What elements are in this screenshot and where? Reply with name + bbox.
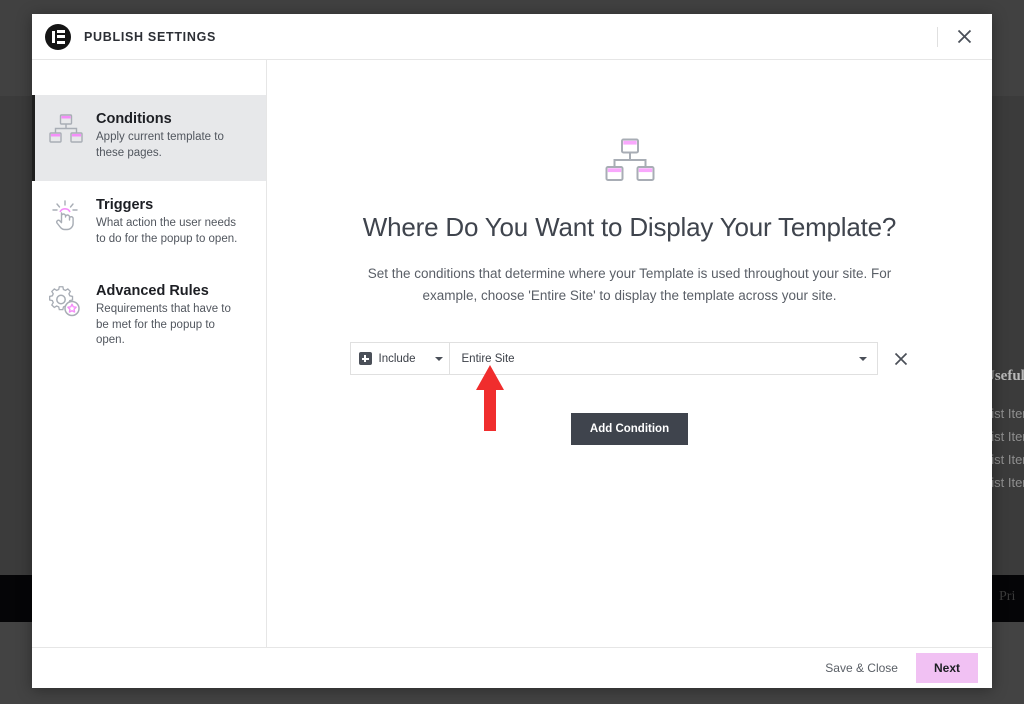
sidebar-item-conditions[interactable]: Conditions Apply current template to the… [32, 95, 266, 181]
modal-header: PUBLISH SETTINGS [32, 14, 992, 60]
sidebar-item-label: Conditions [96, 111, 172, 127]
sidebar-item-text: Advanced Rules Requirements that have to… [93, 283, 246, 349]
background-privacy-label: Pri [999, 589, 1016, 604]
sidebar-item-text: Conditions Apply current template to the… [93, 111, 246, 165]
condition-row: Include Entire Site [349, 342, 910, 375]
sidebar-item-label: Triggers [96, 197, 154, 213]
sidebar-item-text: Triggers What action the user needs to d… [93, 197, 246, 251]
red-arrow-up-icon [473, 364, 507, 437]
conditions-panel: Where Do You Want to Display Your Templa… [267, 60, 992, 647]
sitemap-icon [49, 111, 93, 165]
sidebar-item-triggers[interactable]: Triggers What action the user needs to d… [32, 181, 266, 267]
modal-sidebar: Conditions Apply current template to the… [32, 60, 267, 647]
add-condition-button[interactable]: Add Condition [570, 413, 689, 445]
sidebar-item-advanced-rules[interactable]: Advanced Rules Requirements that have to… [32, 267, 266, 365]
chevron-down-icon [858, 356, 867, 361]
modal-title: PUBLISH SETTINGS [84, 29, 217, 44]
remove-condition-button[interactable] [892, 350, 910, 368]
page-title: Where Do You Want to Display Your Templa… [362, 212, 897, 242]
click-hand-icon [49, 197, 93, 251]
sidebar-item-description: Apply current template to these pages. [96, 131, 224, 159]
sidebar-item-description: Requirements that have to be met for the… [96, 303, 231, 346]
sidebar-item-label: Advanced Rules [96, 283, 209, 299]
condition-type-select[interactable]: Include [349, 342, 450, 375]
gear-star-icon [48, 283, 93, 349]
elementor-logo-icon [45, 23, 71, 50]
page-subtitle: Set the conditions that determine where … [367, 266, 892, 303]
header-divider [937, 27, 938, 47]
sitemap-icon [605, 138, 655, 188]
condition-target-select[interactable]: Entire Site [449, 342, 878, 375]
publish-settings-modal: PUBLISH SETTINGS Conditions Apply curren… [32, 14, 992, 688]
next-button[interactable]: Next [915, 653, 978, 683]
save-and-close-button[interactable]: Save & Close [825, 661, 898, 675]
plus-square-icon [358, 352, 372, 365]
modal-body: Conditions Apply current template to the… [32, 60, 992, 647]
close-icon[interactable] [950, 23, 978, 51]
condition-type-label: Include [378, 352, 416, 365]
condition-target-value: Entire Site [461, 352, 515, 365]
sidebar-item-description: What action the user needs to do for the… [96, 217, 238, 245]
chevron-down-icon [434, 356, 443, 361]
modal-footer: Save & Close Next [32, 647, 992, 688]
